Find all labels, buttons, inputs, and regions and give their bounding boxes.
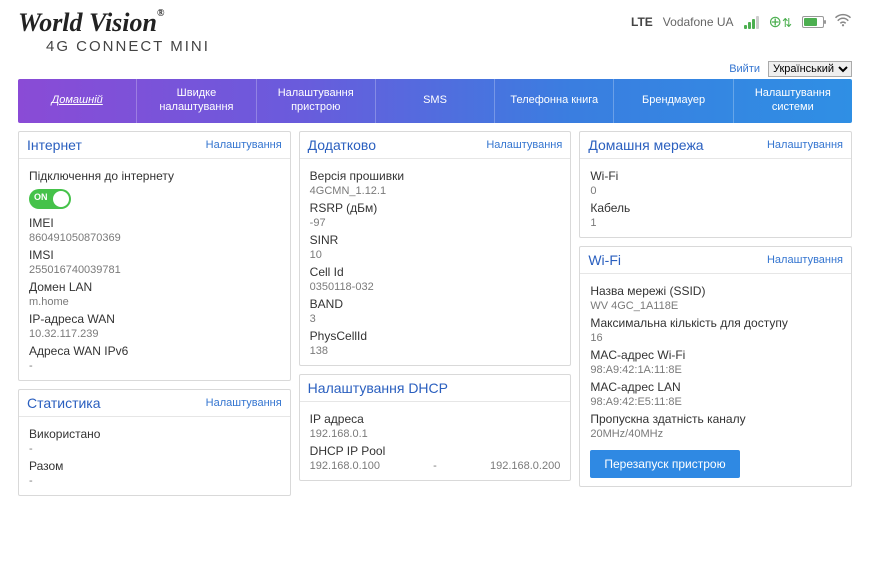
brand-block: World Vision® 4G CONNECT MINI: [18, 8, 210, 55]
field-value: -: [29, 475, 280, 487]
main-nav: Домашній Швидке налаштування Налаштуванн…: [18, 79, 852, 123]
field-value: 255016740039781: [29, 264, 280, 276]
field-value: -: [29, 443, 280, 455]
field-value: 98:A9:42:1A:11:8E: [590, 364, 841, 376]
field-label: Використано: [29, 427, 280, 441]
logout-link[interactable]: Вийти: [729, 63, 760, 75]
field-label: BAND: [310, 297, 561, 311]
card-title: Інтернет: [27, 137, 82, 153]
globe-icon: ⊕⇅: [769, 12, 792, 32]
field-label: MAC-адрес LAN: [590, 380, 841, 394]
field-label: SINR: [310, 233, 561, 247]
field-value: -97: [310, 217, 561, 229]
field-label: Максимальна кількість для доступу: [590, 316, 841, 330]
field-value: 98:A9:42:E5:11:8E: [590, 396, 841, 408]
card-home-net: Домашня мережа Налаштування Wi-Fi 0 Кабель…: [579, 131, 852, 238]
field-label: Назва мережі (SSID): [590, 284, 841, 298]
card-internet: Інтернет Налаштування Підключення до інт…: [18, 131, 291, 381]
field-value: m.home: [29, 296, 280, 308]
tab-device-settings[interactable]: Налаштування пристрою: [257, 79, 376, 123]
field-value: 192.168.0.1: [310, 428, 561, 440]
field-label: Версія прошивки: [310, 169, 561, 183]
card-extra: Додатково Налаштування Версія прошивки 4G…: [299, 131, 572, 366]
brand-name: World Vision®: [18, 8, 210, 38]
field-label: DHCP IP Pool: [310, 444, 561, 458]
field-label: Кабель: [590, 201, 841, 215]
tab-phonebook[interactable]: Телефонна книга: [495, 79, 614, 123]
field-label: Cell Id: [310, 265, 561, 279]
field-label: RSRP (дБм): [310, 201, 561, 215]
field-value: 0350118-032: [310, 281, 561, 293]
field-value: 1: [590, 217, 841, 229]
field-value: 16: [590, 332, 841, 344]
battery-icon: [802, 16, 824, 28]
field-value: 860491050870369: [29, 232, 280, 244]
settings-link[interactable]: Налаштування: [767, 139, 843, 151]
language-select[interactable]: Український: [768, 61, 852, 77]
settings-link[interactable]: Налаштування: [206, 397, 282, 409]
card-title: Статистика: [27, 395, 101, 411]
restart-button[interactable]: Перезапуск пристрою: [590, 450, 739, 478]
card-stats: Статистика Налаштування Використано - Разо…: [18, 389, 291, 496]
settings-link[interactable]: Налаштування: [206, 139, 282, 151]
card-wifi: Wi-Fi Налаштування Назва мережі (SSID) WV…: [579, 246, 852, 487]
field-label: Разом: [29, 459, 280, 473]
field-label: IP-адреса WAN: [29, 312, 280, 326]
field-value: 138: [310, 345, 561, 357]
field-label: PhysCellId: [310, 329, 561, 343]
tab-quick-setup[interactable]: Швидке налаштування: [137, 79, 256, 123]
field-label: Адреса WAN IPv6: [29, 344, 280, 358]
field-value: 0: [590, 185, 841, 197]
field-label: IMEI: [29, 216, 280, 230]
field-value: 10.32.117.239: [29, 328, 280, 340]
card-title: Додатково: [308, 137, 376, 153]
net-type: LTE: [631, 15, 653, 29]
settings-link[interactable]: Налаштування: [486, 139, 562, 151]
field-label: Домен LAN: [29, 280, 280, 294]
card-title: Домашня мережа: [588, 137, 703, 153]
brand-model: 4G CONNECT MINI: [46, 38, 210, 55]
signal-icon: [744, 16, 759, 29]
field-value: 10: [310, 249, 561, 261]
wifi-icon: [834, 13, 852, 32]
field-value: WV 4GC_1A118E: [590, 300, 841, 312]
operator-name: Vodafone UA: [663, 15, 734, 29]
internet-toggle[interactable]: ON: [29, 189, 71, 209]
conn-label: Підключення до інтернету: [29, 169, 280, 183]
card-title: Налаштування DHCP: [308, 380, 448, 396]
field-label: Wi-Fi: [590, 169, 841, 183]
field-label: Пропускна здатність каналу: [590, 412, 841, 426]
field-value: 4GCMN_1.12.1: [310, 185, 561, 197]
card-dhcp: Налаштування DHCP IP адреса 192.168.0.1 D…: [299, 374, 572, 481]
field-value: -: [29, 360, 280, 372]
tab-system[interactable]: Налаштування системи: [734, 79, 852, 123]
settings-link[interactable]: Налаштування: [767, 254, 843, 266]
field-label: IMSI: [29, 248, 280, 262]
status-bar: LTE Vodafone UA ⊕⇅: [631, 12, 852, 32]
card-title: Wi-Fi: [588, 252, 621, 268]
field-value: 3: [310, 313, 561, 325]
field-label: IP адреса: [310, 412, 561, 426]
field-value: 20MHz/40MHz: [590, 428, 841, 440]
tab-home[interactable]: Домашній: [18, 79, 137, 123]
tab-firewall[interactable]: Брендмауер: [614, 79, 733, 123]
field-value: 192.168.0.100-192.168.0.200: [310, 460, 561, 472]
tab-sms[interactable]: SMS: [376, 79, 495, 123]
field-label: MAC-адрес Wi-Fi: [590, 348, 841, 362]
